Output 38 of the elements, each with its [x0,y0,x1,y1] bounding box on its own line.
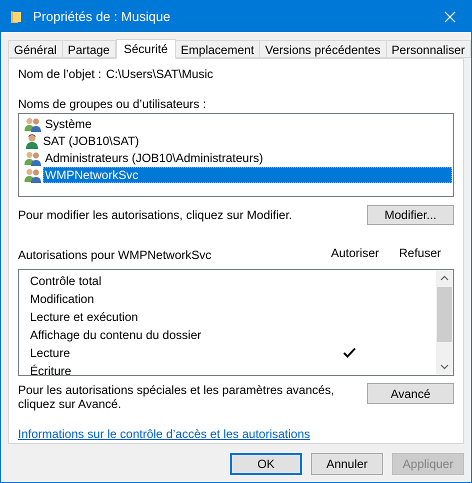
scrollbar-thumb[interactable] [437,286,452,342]
permission-name: Lecture et exécution [29,308,140,326]
dialog-button[interactable]: Annuler [311,453,383,475]
users-icon [24,150,42,166]
scrollbar[interactable] [436,270,453,375]
user-item[interactable]: Système [20,115,452,132]
folder-icon [10,10,22,24]
modify-button[interactable]: Modifier... [367,204,454,225]
object-path: C:\Users\SAT\Music [106,66,214,83]
check-icon [342,347,356,358]
user-icon [24,132,40,148]
tab[interactable]: Sécurité [116,39,176,59]
permission-name: Modification [29,290,96,308]
permission-name: Affichage du contenu du dossier [29,326,202,344]
advanced-button[interactable]: Avancé [367,383,454,404]
column-header: Autoriser [330,244,380,262]
permission-name: Lecture [29,344,72,362]
users-icon [24,116,42,132]
advanced-hint: Pour les autorisations spéciales et les paramètres avancés, cliquez sur Avancé. [18,383,336,411]
tab[interactable]: Partage [62,40,116,58]
tab[interactable]: Versions précédentes [259,40,387,58]
tab[interactable]: Emplacement [174,40,260,58]
dialog-button[interactable]: OK [230,453,302,475]
users-label: Noms de groupes ou d’utilisateurs : [18,96,208,109]
user-item[interactable]: SAT (JOB10\SAT) [20,132,452,149]
tab[interactable]: Personnaliser [386,40,471,58]
tab[interactable]: Général [8,40,63,58]
close-icon[interactable] [444,10,456,22]
column-header: Refuser [398,244,442,262]
modify-hint: Pour modifier les autorisations, cliquez sur Modifier. [18,206,292,224]
permission-name: Écriture [29,362,72,375]
permission-name: Contrôle total [29,272,102,290]
user-item[interactable]: Administrateurs (JOB10\Administrateurs) [20,149,452,166]
users-icon [24,166,42,182]
permissions-label: Autorisations pour WMPNetworkSvc [18,246,212,264]
window-title: Propriétés de : Musique [33,8,170,26]
object-name-label: Nom de l’objet : [18,66,102,83]
help-link[interactable]: Informations sur le contrôle d’accès et les autorisations [18,425,310,443]
